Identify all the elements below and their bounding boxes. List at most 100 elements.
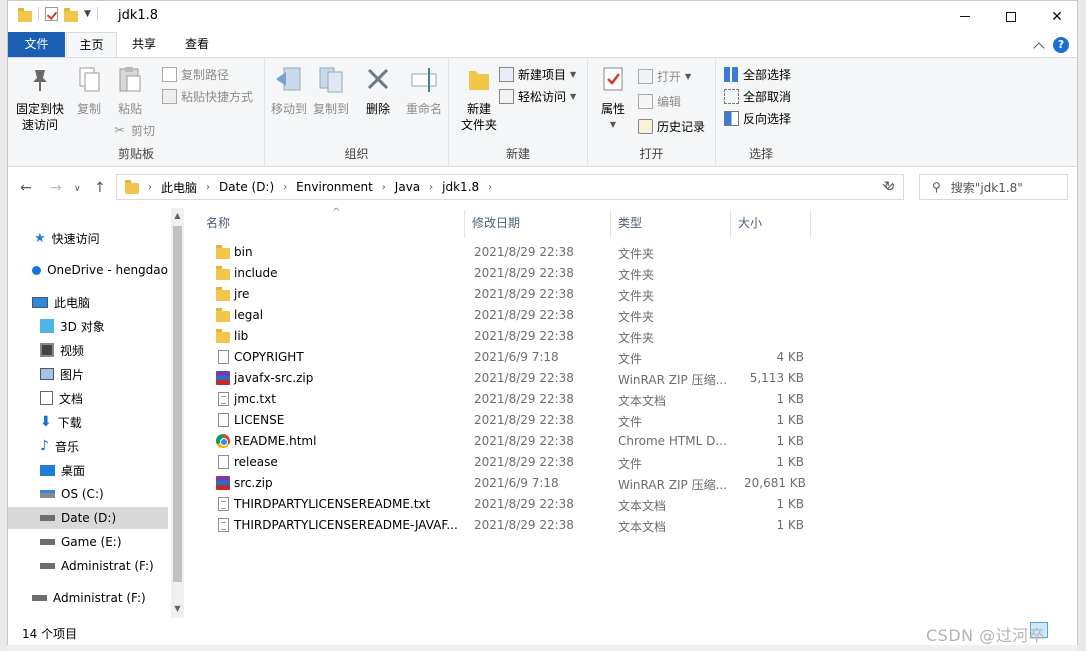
column-divider[interactable] [810, 210, 811, 238]
tab-home[interactable]: 主页 [66, 32, 117, 57]
sidebar-item-onedrive[interactable]: OneDrive - hengdao [8, 259, 168, 281]
history-button[interactable]: 历史记录 [638, 118, 705, 135]
table-row[interactable]: legal 2021/8/29 22:38 文件夹 [204, 305, 804, 326]
easy-access-button[interactable]: 轻松访问 ▼ [499, 88, 576, 105]
table-row[interactable]: jre 2021/8/29 22:38 文件夹 [204, 284, 804, 305]
select-all-button[interactable]: 全部选择 [724, 66, 791, 83]
scrollbar-thumb[interactable] [173, 226, 182, 582]
column-divider[interactable] [610, 210, 611, 238]
up-arrow-icon[interactable]: ↑ [94, 180, 106, 196]
file-name: jre [234, 287, 250, 301]
table-row[interactable]: src.zip 2021/6/9 7:18 WinRAR ZIP 压缩... 20,6… [204, 473, 806, 494]
sidebar-item-label: 桌面 [61, 463, 86, 478]
tab-file[interactable]: 文件 [8, 32, 65, 57]
pin-quick-access-button[interactable]: 固定到快 速访问 [14, 64, 66, 133]
sidebar-item-os-drive[interactable]: OS (C:) [8, 483, 168, 505]
sidebar-item-game-drive[interactable]: Game (E:) [8, 531, 168, 553]
table-row[interactable]: include 2021/8/29 22:38 文件夹 [204, 263, 804, 284]
copy-to-button[interactable]: 复制到 [311, 64, 351, 117]
file-type: 文件夹 [618, 331, 655, 345]
invert-selection-icon [724, 111, 739, 126]
navigation-pane: ★ 快速访问 OneDrive - hengdao 此电脑 3D 对象 视频 图… [8, 208, 184, 618]
table-row[interactable]: COPYRIGHT 2021/6/9 7:18 文件 4 KB [204, 347, 804, 368]
tab-share[interactable]: 共享 [118, 32, 170, 57]
tab-view[interactable]: 查看 [172, 32, 222, 57]
back-arrow-icon[interactable]: ← [20, 180, 32, 196]
column-header-date[interactable]: 修改日期 [472, 208, 602, 238]
maximize-button[interactable] [988, 1, 1034, 32]
column-divider[interactable] [730, 210, 731, 238]
paste-shortcut-button[interactable]: 粘贴快捷方式 [162, 88, 253, 105]
sidebar-item-date-drive[interactable]: Date (D:) [8, 507, 168, 529]
move-to-button[interactable]: 移动到 [269, 64, 309, 117]
column-divider[interactable] [464, 210, 465, 238]
sidebar-item-downloads[interactable]: ⬇ 下载 [8, 411, 168, 433]
delete-button[interactable]: 删除 [361, 64, 395, 117]
search-box[interactable]: ⚲ 搜索"jdk1.8" [919, 174, 1068, 200]
sidebar-item-music[interactable]: ♪ 音乐 [8, 435, 168, 457]
picture-icon [40, 368, 54, 380]
sidebar-item-3d-objects[interactable]: 3D 对象 [8, 315, 168, 337]
copy-path-button[interactable]: 复制路径 [162, 66, 229, 83]
select-group-label: 选择 [748, 147, 773, 161]
table-row[interactable]: release 2021/8/29 22:38 文件 1 KB [204, 452, 804, 473]
sidebar-scrollbar[interactable]: ▲ ▼ [171, 208, 184, 618]
table-row[interactable]: LICENSE 2021/8/29 22:38 文件 1 KB [204, 410, 804, 431]
table-row[interactable]: lib 2021/8/29 22:38 文件夹 [204, 326, 804, 347]
properties-check-icon[interactable] [45, 7, 58, 21]
paste-button[interactable]: 粘贴 [112, 64, 148, 117]
column-header-size[interactable]: 大小 [738, 208, 808, 238]
breadcrumb-chevron-icon: › [429, 181, 434, 193]
breadcrumb-chevron-icon: › [283, 181, 288, 193]
breadcrumb-this-pc[interactable]: 此电脑 [161, 179, 197, 196]
refresh-button[interactable]: ↻ [876, 174, 904, 200]
forward-arrow-icon[interactable]: → [50, 180, 62, 196]
copy-button[interactable]: 复制 [70, 64, 108, 117]
breadcrumb-environment[interactable]: Environment [296, 180, 373, 194]
new-folder-icon[interactable] [64, 7, 78, 22]
minimize-button[interactable] [942, 1, 988, 32]
address-bar[interactable]: › 此电脑 › Date (D:) › Environment › Java ›… [116, 174, 904, 200]
breadcrumb-jdk[interactable]: jdk1.8 [442, 180, 479, 194]
table-row[interactable]: bin 2021/8/29 22:38 文件夹 [204, 242, 804, 263]
rename-button[interactable]: 重命名 [403, 64, 445, 117]
properties-button[interactable]: 属性 ▼ [594, 64, 632, 133]
sidebar-item-label: 此电脑 [54, 295, 91, 310]
table-row[interactable]: javafx-src.zip 2021/8/29 22:38 WinRAR ZIP … [204, 368, 804, 389]
customize-toolbar-dropdown-icon[interactable]: ▼ [84, 9, 91, 19]
scroll-down-arrow-icon[interactable]: ▼ [171, 604, 184, 613]
new-item-button[interactable]: 新建项目 ▼ [499, 66, 576, 83]
file-type: 文件 [618, 457, 643, 471]
new-folder-button[interactable]: 新建 文件夹 [455, 64, 503, 133]
file-name: src.zip [234, 476, 273, 490]
open-button[interactable]: 打开 ▼ [638, 68, 691, 85]
help-icon[interactable]: ? [1053, 37, 1069, 53]
table-row[interactable]: THIRDPARTYLICENSEREADME.txt 2021/8/29 22:… [204, 494, 804, 515]
sidebar-item-label: 下载 [57, 415, 82, 430]
cut-button[interactable]: ✂ 剪切 [112, 122, 155, 139]
sidebar-item-this-pc[interactable]: 此电脑 [8, 291, 168, 313]
scroll-up-arrow-icon[interactable]: ▲ [171, 211, 184, 220]
sidebar-item-admin-drive[interactable]: Administrat (F:) [8, 555, 168, 577]
close-button[interactable]: ✕ [1034, 1, 1080, 32]
column-header-name[interactable]: 名称 [206, 208, 456, 238]
paste-shortcut-icon [162, 89, 177, 104]
collapse-ribbon-icon[interactable] [1033, 41, 1045, 54]
select-none-button[interactable]: 全部取消 [724, 88, 791, 105]
sidebar-item-videos[interactable]: 视频 [8, 339, 168, 361]
sidebar-item-desktop[interactable]: 桌面 [8, 459, 168, 481]
breadcrumb-date-drive[interactable]: Date (D:) [219, 180, 274, 194]
breadcrumb-java[interactable]: Java [395, 180, 420, 194]
table-row[interactable]: README.html 2021/8/29 22:38 Chrome HTML D.… [204, 431, 804, 452]
sidebar-item-quick-access[interactable]: ★ 快速访问 [8, 227, 168, 249]
sidebar-item-pictures[interactable]: 图片 [8, 363, 168, 385]
table-row[interactable]: THIRDPARTYLICENSEREADME-JAVAF... 2021/8/2… [204, 515, 804, 536]
recent-locations-dropdown-icon[interactable]: ∨ [74, 184, 81, 194]
sidebar-item-admin-drive-root[interactable]: Administrat (F:) [8, 587, 168, 609]
invert-selection-button[interactable]: 反向选择 [724, 110, 791, 127]
table-row[interactable]: jmc.txt 2021/8/29 22:38 文本文档 1 KB [204, 389, 804, 410]
column-header-type[interactable]: 类型 [618, 208, 728, 238]
edit-button[interactable]: 编辑 [638, 93, 681, 110]
sidebar-item-documents[interactable]: 文档 [8, 387, 168, 409]
text-file-icon [218, 518, 229, 532]
